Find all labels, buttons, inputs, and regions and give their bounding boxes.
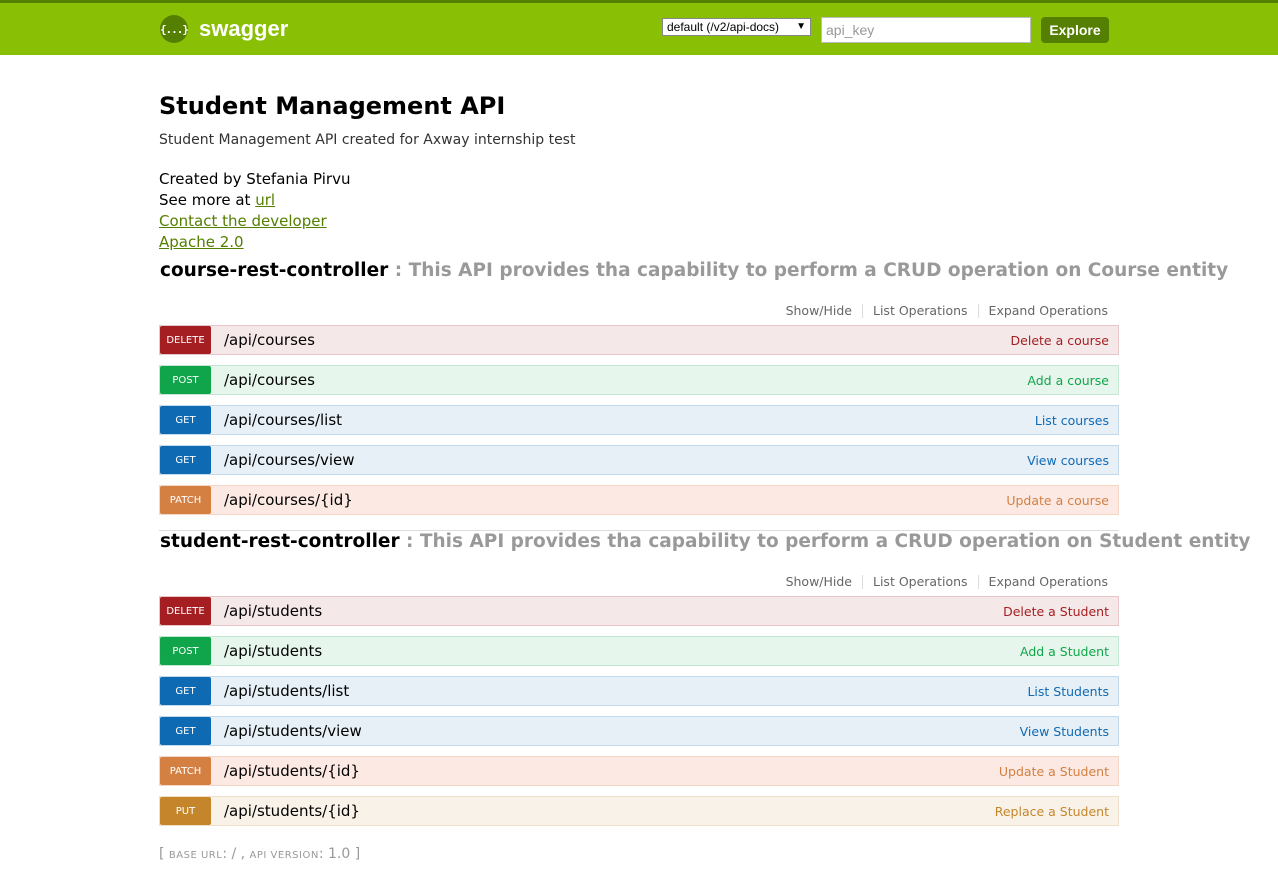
operation-row[interactable]: PUT/api/students/{id} Replace a Student <box>159 796 1119 826</box>
operation-row[interactable]: GET/api/students/list List Students <box>159 676 1119 706</box>
operation-row[interactable]: POST/api/courses Add a course <box>159 365 1119 395</box>
api-description: Student Management API created for Axway… <box>159 132 576 148</box>
operation-path[interactable]: /api/students/{id} <box>224 802 360 820</box>
resource-description: : This API provides tha capability to pe… <box>399 531 1251 552</box>
api-version-label: api version <box>249 850 319 861</box>
operation-row[interactable]: GET/api/courses/list List courses <box>159 405 1119 435</box>
method-badge-post[interactable]: POST <box>160 366 211 394</box>
operation-row[interactable]: GET/api/students/view View Students <box>159 716 1119 746</box>
swagger-logo[interactable]: {...} swagger <box>160 15 288 43</box>
operation-path[interactable]: /api/courses/list <box>224 411 342 429</box>
expand-operations-link[interactable]: Expand Operations <box>979 575 1108 589</box>
operation-summary[interactable]: Replace a Student <box>995 804 1109 819</box>
footer-open: [ <box>159 846 169 862</box>
method-badge-delete[interactable]: DELETE <box>160 597 211 625</box>
method-badge-get[interactable]: GET <box>160 717 211 745</box>
operation-summary[interactable]: List courses <box>1035 413 1109 428</box>
operation-path[interactable]: /api/students <box>224 642 322 660</box>
operation-path[interactable]: /api/students/list <box>224 682 349 700</box>
method-badge-patch[interactable]: PATCH <box>160 486 211 514</box>
operation-summary[interactable]: View courses <box>1027 453 1109 468</box>
top-bar: {...} swagger default (/v2/api-docs) ▼ E… <box>0 3 1278 55</box>
operation-summary[interactable]: Delete a course <box>1011 333 1109 348</box>
operation-path[interactable]: /api/students/{id} <box>224 762 360 780</box>
operation-summary[interactable]: Add a Student <box>1020 644 1109 659</box>
expand-operations-link[interactable]: Expand Operations <box>979 304 1108 318</box>
operation-path[interactable]: /api/courses/view <box>224 451 355 469</box>
created-by: Created by Stefania Pirvu <box>159 170 351 188</box>
swagger-icon: {...} <box>160 15 189 43</box>
operation-row[interactable]: GET/api/courses/view View courses <box>159 445 1119 475</box>
resource-name[interactable]: student-rest-controller <box>160 531 400 552</box>
list-operations-link[interactable]: List Operations <box>863 304 979 318</box>
operation-path[interactable]: /api/courses/{id} <box>224 491 353 509</box>
operation-path[interactable]: /api/students/view <box>224 722 362 740</box>
resource-actions: Show/Hide List Operations Expand Operation… <box>776 304 1108 318</box>
method-badge-patch[interactable]: PATCH <box>160 757 211 785</box>
method-badge-get[interactable]: GET <box>160 446 211 474</box>
contact-developer-link[interactable]: Contact the developer <box>159 212 327 230</box>
license-link[interactable]: Apache 2.0 <box>159 233 244 251</box>
operation-summary[interactable]: Delete a Student <box>1003 604 1109 619</box>
logo-text: swagger <box>199 16 289 41</box>
method-badge-put[interactable]: PUT <box>160 797 211 825</box>
api-title: Student Management API <box>159 92 506 120</box>
see-more: See more at url <box>159 190 350 211</box>
api-info: Created by Stefania Pirvu See more at ur… <box>159 169 350 253</box>
see-more-prefix: See more at <box>159 191 256 209</box>
operation-summary[interactable]: Update a Student <box>999 764 1109 779</box>
resource-heading[interactable]: student-rest-controller : This API provi… <box>160 531 1251 552</box>
base-url-value: : / , <box>222 846 250 862</box>
method-badge-delete[interactable]: DELETE <box>160 326 211 354</box>
operation-path[interactable]: /api/courses <box>224 331 315 349</box>
resource-name[interactable]: course-rest-controller <box>160 260 388 281</box>
resource-actions: Show/Hide List Operations Expand Operation… <box>776 575 1108 589</box>
method-badge-get[interactable]: GET <box>160 406 211 434</box>
api-footer: [ base url: / , api version: 1.0 ] <box>159 846 360 862</box>
operation-path[interactable]: /api/students <box>224 602 322 620</box>
operation-row[interactable]: PATCH/api/courses/{id} Update a course <box>159 485 1119 515</box>
operation-row[interactable]: DELETE/api/students Delete a Student <box>159 596 1119 626</box>
api-version-value: : 1.0 ] <box>318 846 361 862</box>
spec-select-value: default (/v2/api-docs) <box>667 20 780 34</box>
dropdown-arrow-icon: ▼ <box>796 21 806 32</box>
resource-description: : This API provides tha capability to pe… <box>388 260 1229 281</box>
operation-path[interactable]: /api/courses <box>224 371 315 389</box>
method-badge-post[interactable]: POST <box>160 637 211 665</box>
base-url-label: base url <box>168 850 223 861</box>
show-hide-link[interactable]: Show/Hide <box>776 304 863 318</box>
operation-row[interactable]: DELETE/api/courses Delete a course <box>159 325 1119 355</box>
operation-row[interactable]: PATCH/api/students/{id} Update a Student <box>159 756 1119 786</box>
list-operations-link[interactable]: List Operations <box>863 575 979 589</box>
api-key-input[interactable] <box>821 17 1031 43</box>
operation-summary[interactable]: Add a course <box>1027 373 1109 388</box>
operation-summary[interactable]: Update a course <box>1006 493 1109 508</box>
see-more-link[interactable]: url <box>255 191 275 209</box>
show-hide-link[interactable]: Show/Hide <box>776 575 863 589</box>
explore-button[interactable]: Explore <box>1041 17 1109 43</box>
spec-select[interactable]: default (/v2/api-docs) ▼ <box>662 18 811 36</box>
operation-summary[interactable]: View Students <box>1020 724 1109 739</box>
operation-summary[interactable]: List Students <box>1027 684 1109 699</box>
operation-row[interactable]: POST/api/students Add a Student <box>159 636 1119 666</box>
method-badge-get[interactable]: GET <box>160 677 211 705</box>
resource-heading[interactable]: course-rest-controller : This API provid… <box>160 260 1228 281</box>
